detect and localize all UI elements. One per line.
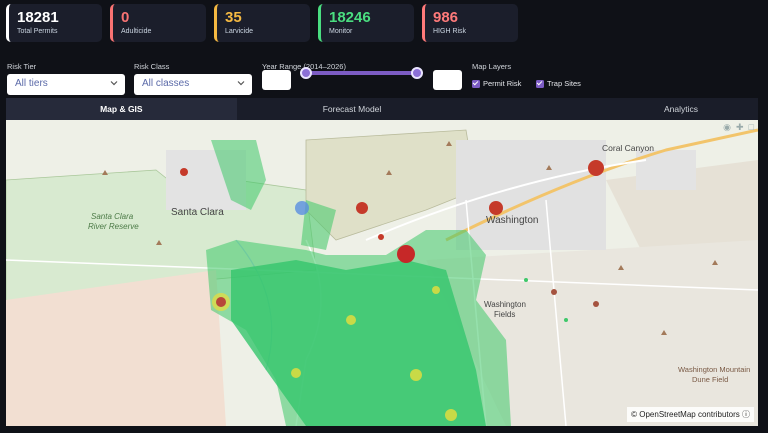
map-view[interactable]: Santa Clara Santa Clara River Reserve Wa… xyxy=(6,120,758,426)
map-canvas xyxy=(6,120,758,426)
place-mountain-line1: Washington Mountain xyxy=(678,365,751,374)
checkbox-checked-icon xyxy=(472,79,480,88)
info-icon[interactable]: ⓘ xyxy=(742,410,750,419)
place-washington-fields-line1: Washington xyxy=(484,300,526,309)
place-coral-canyon: Coral Canyon xyxy=(602,143,654,153)
chevron-down-icon xyxy=(237,81,245,86)
chevron-down-icon xyxy=(110,81,118,86)
zoom-box-icon[interactable]: □ xyxy=(749,122,754,133)
kpi-total-permits: 18281 Total Permits xyxy=(6,4,102,42)
year-range-start-handle[interactable] xyxy=(300,67,312,79)
map-attribution: © OpenStreetMap contributors ⓘ xyxy=(627,407,754,422)
tab-analytics[interactable]: Analytics xyxy=(467,98,759,120)
place-reserve-line2: River Reserve xyxy=(88,222,139,231)
tab-bar: Map & GIS Forecast Model Analytics xyxy=(6,98,759,120)
place-washington: Washington xyxy=(486,215,539,226)
map-layers-group: Map Layers xyxy=(472,62,511,74)
place-mountain-line2: Dune Field xyxy=(692,375,729,384)
kpi-label: Adulticide xyxy=(121,28,152,35)
kpi-label: Total Permits xyxy=(17,28,58,35)
place-santa-clara: Santa Clara xyxy=(171,207,224,218)
kpi-value: 18246 xyxy=(329,9,371,26)
year-start-input[interactable] xyxy=(262,70,291,90)
camera-icon[interactable]: ◉ xyxy=(723,122,731,133)
kpi-label: HIGH Risk xyxy=(433,28,467,35)
tab-forecast-model[interactable]: Forecast Model xyxy=(236,98,468,120)
trap-sites-label: Trap Sites xyxy=(547,79,581,88)
trap-sites-checkbox[interactable]: Trap Sites xyxy=(536,79,581,88)
kpi-value: 18281 xyxy=(17,9,59,26)
attribution-text: © OpenStreetMap contributors xyxy=(631,410,740,419)
checkbox-checked-icon xyxy=(536,79,544,88)
tab-map-gis[interactable]: Map & GIS xyxy=(6,98,237,120)
risk-tier-value: All tiers xyxy=(15,78,48,89)
place-reserve-line1: Santa Clara xyxy=(91,212,134,221)
kpi-larvicide: 35 Larvicide xyxy=(214,4,310,42)
kpi-monitor: 18246 Monitor xyxy=(318,4,414,42)
risk-tier-filter: Risk Tier All tiers xyxy=(7,62,125,95)
year-range-end-handle[interactable] xyxy=(411,67,423,79)
risk-class-value: All classes xyxy=(142,78,190,89)
permit-risk-label: Permit Risk xyxy=(483,79,522,88)
map-toolbar: ◉ ✚ □ xyxy=(723,122,754,133)
risk-tier-label: Risk Tier xyxy=(7,62,37,71)
map-layers-label: Map Layers xyxy=(472,62,512,71)
kpi-value: 986 xyxy=(433,9,459,26)
kpi-value: 0 xyxy=(121,9,130,26)
kpi-label: Monitor xyxy=(329,28,353,35)
pan-icon[interactable]: ✚ xyxy=(736,122,744,133)
permit-risk-checkbox[interactable]: Permit Risk xyxy=(472,79,521,88)
kpi-row: 18281 Total Permits 0 Adulticide 35 Larvici… xyxy=(6,4,518,42)
risk-class-filter: Risk Class All classes xyxy=(134,62,252,95)
year-range-track[interactable] xyxy=(306,71,418,75)
place-washington-fields-line2: Fields xyxy=(494,310,516,319)
risk-tier-select[interactable]: All tiers xyxy=(7,74,125,95)
risk-class-label: Risk Class xyxy=(134,62,170,71)
year-end-input[interactable] xyxy=(433,70,462,90)
risk-class-select[interactable]: All classes xyxy=(134,74,252,95)
kpi-high-risk: 986 HIGH Risk xyxy=(422,4,518,42)
kpi-value: 35 xyxy=(225,9,242,26)
kpi-adulticide: 0 Adulticide xyxy=(110,4,206,42)
kpi-label: Larvicide xyxy=(225,28,254,35)
